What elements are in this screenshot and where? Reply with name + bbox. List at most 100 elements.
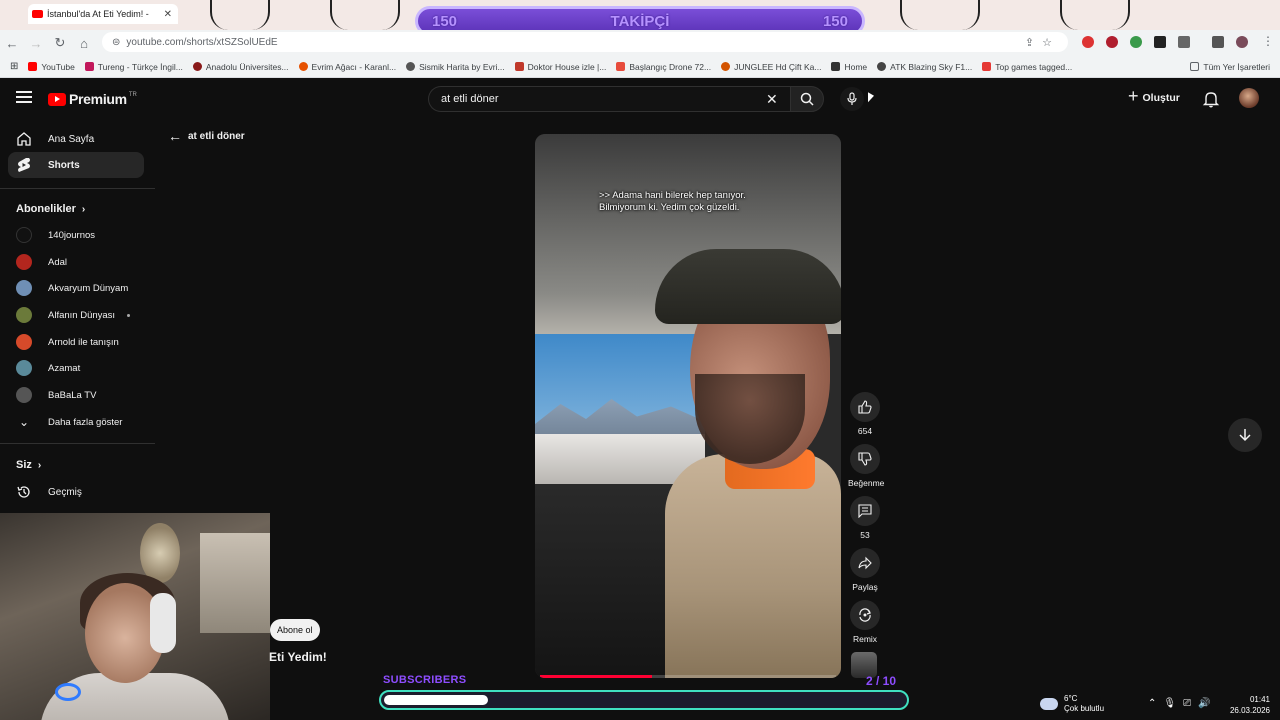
home-icon [16, 131, 32, 147]
subscribe-button[interactable]: Abone ol [270, 619, 320, 641]
all-bookmarks[interactable]: Tüm Yer İşaretleri [1190, 62, 1270, 72]
followers-label: TAKİPÇİ [610, 12, 670, 30]
video-progress-bar[interactable] [540, 675, 836, 678]
you-heading[interactable]: Siz › [16, 459, 41, 471]
sidebar-divider [0, 188, 155, 189]
dislike-button[interactable]: Beğenme [848, 444, 884, 488]
share-button[interactable]: Paylaş [848, 548, 882, 592]
remix-button[interactable]: Remix [848, 600, 882, 644]
extension-icon[interactable] [1154, 36, 1166, 48]
back-icon[interactable]: ← [0, 36, 24, 51]
shorts-icon [16, 157, 32, 173]
subscription-item[interactable]: Alfanın Dünyası [8, 303, 148, 327]
subscription-item[interactable]: Akvaryum Dünyam [8, 276, 148, 300]
profile-avatar-icon[interactable] [1236, 36, 1248, 48]
subscription-item[interactable]: Azamat [8, 356, 148, 380]
sidebar-item-shorts[interactable]: Shorts [8, 152, 144, 178]
webcam-frame [200, 533, 270, 633]
thumbs-down-icon [858, 452, 872, 466]
bookmark-item[interactable]: Tureng - Türkçe İngil... [84, 62, 183, 72]
address-bar[interactable]: ⊜ youtube.com/shorts/xtSZSolUEdE ⇪☆ [102, 32, 1068, 52]
overlay-doodle [210, 0, 270, 30]
remix-icon [859, 608, 871, 622]
followers-right-count: 150 [822, 12, 848, 30]
comments-button[interactable]: 53 [848, 496, 882, 540]
channel-avatar [16, 280, 32, 296]
voice-search-button[interactable] [840, 87, 864, 111]
bookmark-item[interactable]: Başlangıç Drone 72... [616, 62, 711, 72]
youtube-favicon-icon [32, 10, 43, 18]
mouse-cursor [868, 92, 874, 106]
next-short-button[interactable] [1228, 418, 1262, 452]
shorts-video-player[interactable]: >> Adama hani bilerek hep tanıyor. Bilmi… [535, 134, 841, 678]
bookmark-item[interactable]: YouTube [28, 62, 75, 72]
clear-search-icon[interactable]: ✕ [766, 91, 778, 108]
apps-icon[interactable]: ⊞ [10, 61, 18, 72]
extension-icon[interactable] [1106, 36, 1118, 48]
bookmark-item[interactable]: JUNGLEE Hd Çift Ka... [721, 62, 821, 72]
search-button[interactable] [790, 86, 824, 112]
account-avatar[interactable] [1239, 88, 1259, 108]
extension-icon[interactable] [1082, 36, 1094, 48]
close-tab-icon[interactable]: ✕ [164, 9, 172, 20]
webcam-overlay [0, 513, 270, 720]
video-progress-fill [540, 675, 653, 678]
sidebar-item-history[interactable]: Geçmiş [8, 479, 144, 505]
subscriptions-heading[interactable]: Abonelikler › [16, 203, 85, 215]
reading-list-icon[interactable] [1212, 36, 1224, 48]
search-icon [800, 92, 814, 106]
chevron-down-icon: ⌄ [18, 415, 30, 429]
bookmark-item[interactable]: Home [831, 62, 867, 72]
subscription-item[interactable]: Arnold ile tanışın [8, 330, 148, 354]
overlay-doodle [900, 0, 980, 30]
reload-icon[interactable]: ↻ [48, 35, 72, 51]
microphone-icon [847, 92, 857, 105]
show-more-button[interactable]: ⌄ Daha fazla göster [8, 410, 148, 434]
tab-title: İstanbul'da At Eti Yedim! - [47, 9, 149, 19]
share-icon [858, 556, 872, 570]
subscription-item[interactable]: 140journos [8, 223, 148, 247]
subscribers-goal-count: 2 / 10 [866, 674, 897, 688]
taskbar-clock[interactable]: 01:41 26.03.2026 [1226, 694, 1270, 716]
system-tray[interactable]: ⌃🎙⎚🔊 [1148, 698, 1218, 709]
thumbs-up-icon [858, 400, 872, 414]
sidebar-item-home[interactable]: Ana Sayfa [8, 126, 144, 152]
youtube-logo[interactable]: Premium TR [48, 91, 137, 107]
video-title: Eti Yedim! [269, 650, 327, 664]
overlay-doodle [330, 0, 400, 30]
notifications-button[interactable] [1202, 90, 1220, 108]
bell-icon [1202, 92, 1220, 108]
extensions-puzzle-icon[interactable] [1178, 36, 1190, 48]
video-frame [655, 249, 841, 324]
extension-icon[interactable] [1130, 36, 1142, 48]
subscription-item[interactable]: Adal [8, 250, 148, 274]
home-icon[interactable]: ⌂ [72, 36, 96, 51]
chevron-right-icon: › [81, 203, 86, 215]
channel-avatar [16, 254, 32, 270]
like-button[interactable]: 654 [848, 392, 882, 436]
bookmark-item[interactable]: Doktor House izle |... [514, 62, 606, 72]
comment-icon [858, 504, 872, 518]
subscribers-goal-bar [379, 690, 909, 710]
browser-tab[interactable]: İstanbul'da At Eti Yedim! - ✕ [28, 4, 178, 24]
bookmark-item[interactable]: Evrim Ağacı - Karanl... [298, 62, 396, 72]
webcam-frame [55, 683, 81, 701]
subscription-item[interactable]: BaBaLa TV [8, 383, 148, 407]
bookmark-item[interactable]: Top games tagged... [982, 62, 1072, 72]
youtube-play-icon [48, 92, 66, 106]
bookmark-item[interactable]: Sismik Harita by Evri... [406, 62, 505, 72]
weather-widget[interactable]: 6°C Çok bulutlu [1040, 694, 1104, 714]
webcam-frame [140, 523, 180, 583]
bookmark-item[interactable]: ATK Blazing Sky F1... [877, 62, 972, 72]
bookmark-item[interactable]: Anadolu Üniversites... [192, 62, 289, 72]
address-bar-actions[interactable]: ⇪☆ [1025, 36, 1060, 49]
back-to-search-button[interactable]: ← at etli döner [168, 128, 245, 144]
forward-icon[interactable]: → [24, 36, 48, 51]
search-input[interactable]: at etli döner [428, 86, 792, 112]
menu-icon[interactable] [16, 91, 32, 105]
channel-avatar [16, 360, 32, 376]
create-button[interactable]: + Oluştur [1128, 86, 1180, 107]
channel-avatar [16, 334, 32, 350]
site-info-icon[interactable]: ⊜ [112, 37, 120, 48]
browser-menu-icon[interactable]: ⋮ [1262, 34, 1274, 48]
